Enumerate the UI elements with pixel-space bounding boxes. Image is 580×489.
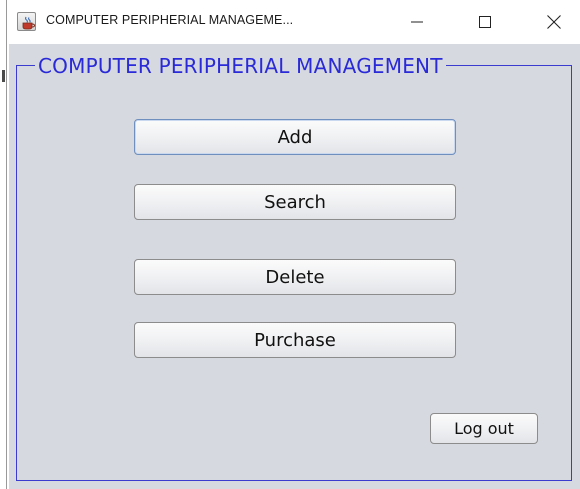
purchase-button[interactable]: Purchase <box>134 322 456 358</box>
close-button[interactable] <box>531 0 577 44</box>
background-window-marker <box>2 70 5 82</box>
maximize-button[interactable] <box>462 0 508 44</box>
app-window: COMPUTER PERIPHERIAL MANAGEME... COMPUTE… <box>9 0 580 489</box>
close-icon <box>547 15 561 29</box>
delete-button[interactable]: Delete <box>134 259 456 295</box>
title-bar[interactable]: COMPUTER PERIPHERIAL MANAGEME... <box>9 0 580 44</box>
add-button[interactable]: Add <box>134 119 456 155</box>
window-title: COMPUTER PERIPHERIAL MANAGEME... <box>46 13 294 27</box>
panel-title: COMPUTER PERIPHERIAL MANAGEMENT <box>35 54 446 78</box>
logout-button[interactable]: Log out <box>430 413 538 444</box>
window-content: COMPUTER PERIPHERIAL MANAGEMENT Add Sear… <box>9 44 580 489</box>
search-button[interactable]: Search <box>134 184 456 220</box>
java-cup-icon <box>17 12 36 31</box>
minimize-icon <box>411 21 423 23</box>
minimize-button[interactable] <box>394 0 440 44</box>
maximize-icon <box>479 16 491 28</box>
